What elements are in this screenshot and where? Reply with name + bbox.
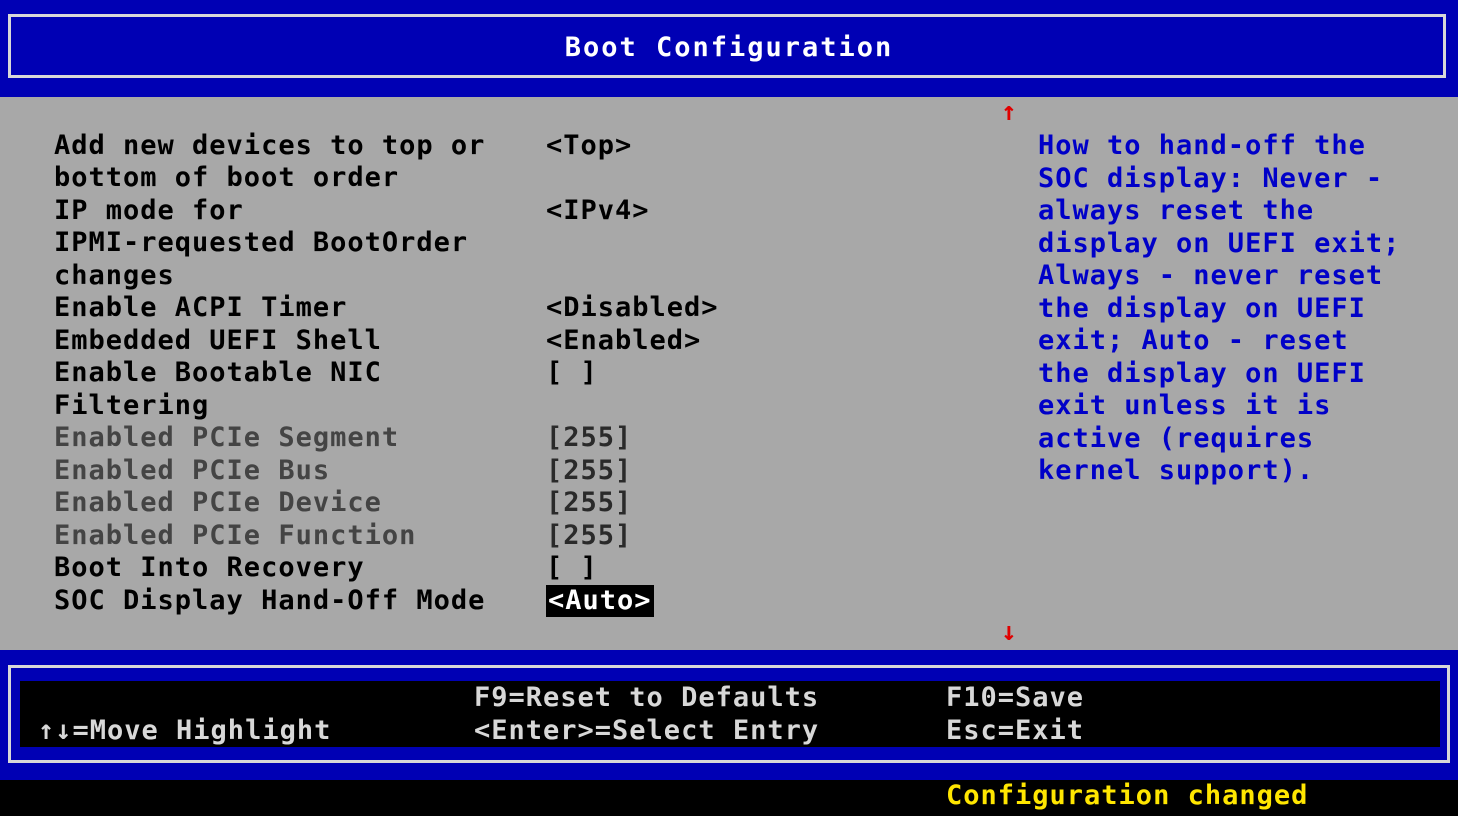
scroll-up-arrow-icon: ↑ — [1001, 97, 1017, 127]
help-text-line: the display on UEFI — [1038, 357, 1366, 389]
setting-label-nic-filtering-line2[interactable]: Filtering — [54, 390, 209, 422]
setting-label-add-new-devices-line2[interactable]: bottom of boot order — [54, 162, 399, 194]
setting-label-pcie-bus: Enabled PCIe Bus — [54, 455, 331, 486]
setting-label-pcie-function: Enabled PCIe Function — [54, 520, 417, 551]
setting-label-ip-mode[interactable]: IP mode for — [54, 195, 244, 227]
help-text-line: exit; Auto - reset — [1038, 325, 1349, 356]
help-text-line: kernel support). — [1038, 455, 1315, 486]
help-text-line: exit unless it is — [1038, 390, 1332, 421]
key-hint-exit[interactable]: Esc=Exit — [946, 714, 1084, 747]
setting-label-uefi-shell[interactable]: Embedded UEFI Shell — [54, 325, 382, 357]
scroll-down-arrow-icon: ↓ — [1001, 617, 1017, 647]
setting-value-pcie-function: [255] — [546, 520, 633, 551]
setting-label-pcie-segment: Enabled PCIe Segment — [54, 422, 400, 453]
setting-value-pcie-device: [255] — [546, 487, 633, 518]
help-text-line: always reset the — [1038, 195, 1315, 226]
help-text-line: the display on UEFI — [1038, 292, 1366, 324]
setting-label-nic-filtering[interactable]: Enable Bootable NIC — [54, 357, 382, 389]
key-hint-reset-defaults[interactable]: F9=Reset to Defaults — [474, 681, 819, 714]
help-text-line: active (requires — [1038, 422, 1315, 454]
setting-value-pcie-bus: [255] — [546, 455, 633, 486]
setting-value-acpi-timer[interactable]: <Disabled> — [546, 292, 719, 324]
setting-value-ip-mode[interactable]: <IPv4> — [546, 195, 650, 227]
setting-value-boot-recovery-checkbox[interactable]: [ ] — [546, 552, 598, 584]
help-text-line: SOC display: Never - — [1038, 162, 1384, 194]
setting-value-nic-filtering-checkbox[interactable]: [ ] — [546, 357, 598, 389]
setting-value-add-new-devices[interactable]: <Top> — [546, 130, 632, 162]
setting-value-uefi-shell[interactable]: <Enabled> — [546, 325, 701, 357]
setting-label-ip-mode-line2[interactable]: IPMI-requested BootOrder — [54, 227, 468, 259]
bios-screen: Boot Configuration Add new devices to to… — [0, 0, 1458, 816]
setting-label-ip-mode-line3[interactable]: changes — [54, 260, 175, 292]
setting-label-acpi-timer[interactable]: Enable ACPI Timer — [54, 292, 347, 324]
help-text-line: Always - never reset — [1038, 260, 1384, 291]
status-message: Configuration changed — [946, 780, 1309, 811]
setting-label-soc-display-handoff[interactable]: SOC Display Hand-Off Mode — [54, 585, 485, 617]
key-hint-save[interactable]: F10=Save — [946, 681, 1084, 714]
setting-label-pcie-device: Enabled PCIe Device — [54, 487, 382, 518]
key-hint-move-highlight: ↑↓=Move Highlight — [38, 715, 332, 746]
setting-value-soc-display-handoff-selected[interactable]: <Auto> — [546, 585, 654, 617]
help-text-line: display on UEFI exit; — [1038, 227, 1401, 259]
setting-value-pcie-segment: [255] — [546, 422, 633, 453]
key-hint-select-entry[interactable]: <Enter>=Select Entry — [474, 714, 819, 747]
page-title: Boot Configuration — [564, 32, 894, 63]
setting-label-add-new-devices[interactable]: Add new devices to top or — [54, 130, 485, 162]
help-text-line: How to hand-off the — [1038, 130, 1366, 161]
setting-label-boot-recovery[interactable]: Boot Into Recovery — [54, 552, 365, 584]
